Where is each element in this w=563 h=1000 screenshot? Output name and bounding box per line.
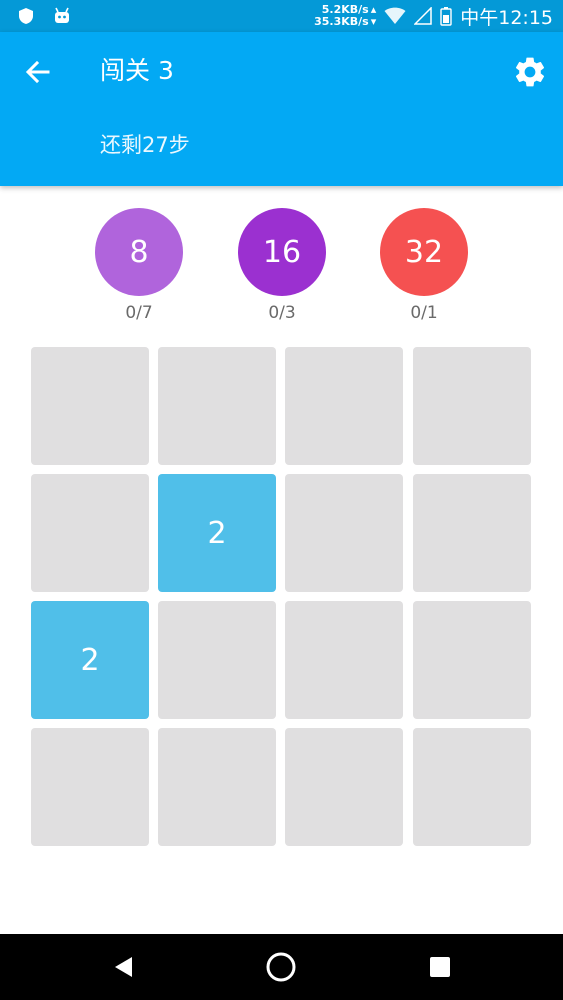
board-cell[interactable] [158, 347, 276, 465]
board-cell[interactable] [285, 347, 403, 465]
gear-icon[interactable] [512, 54, 548, 90]
signal-icon [414, 7, 432, 25]
board-cell[interactable] [413, 347, 531, 465]
board-cell[interactable]: 2 [158, 474, 276, 592]
network-speed: 5.2KB/s ▴ 35.3KB/s ▾ [314, 3, 377, 28]
recents-square-icon[interactable] [423, 950, 457, 984]
app-bar: 闯关 3 还剩27步 [0, 32, 563, 186]
game-board[interactable]: 2 2 [31, 347, 531, 847]
shield-icon [19, 8, 33, 24]
goal-progress: 0/7 [125, 303, 153, 323]
navigation-bar [0, 934, 563, 1000]
board-cell[interactable] [285, 601, 403, 719]
board-cell[interactable] [158, 728, 276, 846]
moves-remaining: 还剩27步 [100, 133, 190, 157]
android-robot-icon [55, 7, 69, 23]
board-cell[interactable] [158, 601, 276, 719]
wifi-icon [384, 7, 406, 24]
goal-progress: 0/1 [410, 303, 438, 323]
board-cell[interactable] [413, 601, 531, 719]
goal-8: 8 0/7 [95, 208, 183, 323]
board-cell[interactable] [413, 728, 531, 846]
net-down-speed: 35.3KB/s [314, 15, 369, 28]
home-circle-icon[interactable] [264, 950, 298, 984]
goal-circle: 8 [95, 208, 183, 296]
board-cell[interactable]: 2 [31, 601, 149, 719]
arrow-back-icon[interactable] [20, 54, 56, 90]
board-cell[interactable] [285, 728, 403, 846]
page-title: 闯关 3 [100, 56, 174, 85]
goal-circle: 16 [238, 208, 326, 296]
goal-16: 16 0/3 [238, 208, 326, 323]
board-cell[interactable] [31, 474, 149, 592]
board-cell[interactable] [31, 347, 149, 465]
board-cell[interactable] [31, 728, 149, 846]
clock: 中午12:15 [460, 6, 553, 29]
status-bar: 5.2KB/s ▴ 35.3KB/s ▾ 中午12:15 [0, 0, 563, 32]
board-cell[interactable] [413, 474, 531, 592]
goal-circle: 32 [380, 208, 468, 296]
board-cell[interactable] [285, 474, 403, 592]
battery-icon [440, 7, 452, 26]
back-triangle-icon[interactable] [107, 950, 141, 984]
goal-32: 32 0/1 [380, 208, 468, 323]
goal-progress: 0/3 [268, 303, 296, 323]
